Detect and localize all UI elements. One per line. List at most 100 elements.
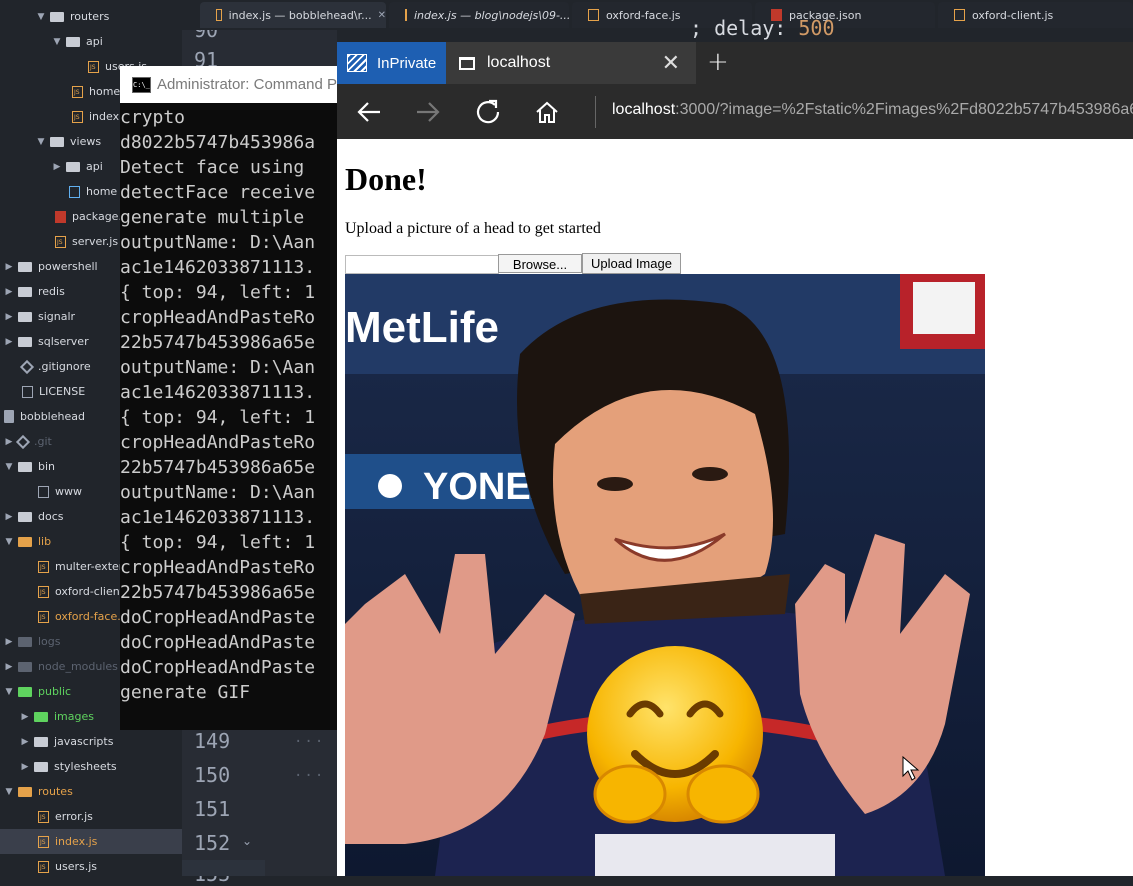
tree-file-index[interactable]: index	[72, 104, 119, 129]
code-line: ; delay: 500	[690, 16, 835, 40]
tree-folder-stylesheets[interactable]: ▶ stylesheets	[20, 754, 117, 779]
tree-file-index-js[interactable]: index.js	[0, 829, 182, 854]
tree-file-users-js[interactable]: users.js	[38, 854, 97, 876]
tree-label: sqlserver	[38, 335, 89, 348]
tab-oxford-client[interactable]: oxford-client.js	[938, 2, 1133, 28]
tree-folder-routers[interactable]: ▼ routers	[36, 4, 110, 29]
cmd-title-bar[interactable]: C:\_ Administrator: Command P	[120, 66, 337, 103]
file-path-field[interactable]	[345, 255, 499, 274]
fold-chevron-icon[interactable]: ⌄	[242, 834, 252, 848]
folder-icon	[34, 736, 48, 747]
tab-index-js-bobblehead[interactable]: index.js — bobblehead\r... ✕	[200, 2, 386, 28]
tree-file-error-js[interactable]: error.js	[38, 804, 93, 829]
tree-file-gitignore[interactable]: .gitignore	[19, 354, 91, 379]
tree-label: www	[55, 485, 82, 498]
tree-folder-views[interactable]: ▼ views	[36, 129, 102, 154]
browser-nav-bar: localhost:3000/?image=%2Fstatic%2Fimages…	[337, 84, 1133, 139]
tree-label: server.js	[72, 235, 119, 248]
tree-file-server-js[interactable]: server.js	[55, 229, 118, 254]
upload-image-button[interactable]: Upload Image	[582, 253, 681, 274]
tree-label: signalr	[38, 310, 76, 323]
tree-folder-javascripts[interactable]: ▶ javascripts	[20, 729, 114, 754]
npm-package-icon	[55, 210, 66, 223]
tree-folder-redis[interactable]: ▶ redis	[4, 279, 65, 304]
tree-label: docs	[38, 510, 64, 523]
tab-index-js-blog[interactable]: index.js — blog\nodejs\09-...	[389, 2, 570, 28]
back-arrow-icon[interactable]	[349, 94, 389, 130]
command-prompt-window[interactable]: C:\_ Administrator: Command P crypto d802…	[120, 66, 337, 730]
tree-folder-signalr[interactable]: ▶ signalr	[4, 304, 76, 329]
tree-label: home	[89, 85, 121, 98]
cmd-output-line: cropHeadAndPasteRo	[120, 557, 316, 578]
tree-file-license[interactable]: LICENSE	[22, 379, 85, 404]
forward-arrow-icon[interactable]	[408, 94, 448, 130]
folder-icon	[34, 711, 48, 722]
tree-label: node_modules	[38, 660, 118, 673]
tree-file-www[interactable]: www	[38, 479, 82, 504]
js-file-icon	[38, 585, 49, 598]
tree-label: multer-exten	[55, 560, 126, 573]
tree-file-oxford-face[interactable]: oxford-face.js	[38, 604, 130, 629]
tree-folder-bin[interactable]: ▼ bin	[4, 454, 55, 479]
new-tab-plus-icon[interactable]: +	[707, 47, 729, 77]
folder-icon	[18, 686, 32, 697]
intro-text: Upload a picture of a head to get starte…	[345, 220, 601, 237]
tree-file-multer-extension[interactable]: multer-exten	[38, 554, 126, 579]
tree-file-oxford-client[interactable]: oxford-client	[38, 579, 124, 604]
inprivate-indicator[interactable]: InPrivate	[337, 42, 446, 84]
js-file-icon	[38, 810, 49, 823]
tree-folder-lib[interactable]: ▼ lib	[4, 529, 52, 554]
close-icon[interactable]: ✕	[378, 10, 386, 21]
tree-label: bobblehead	[20, 410, 85, 423]
refresh-icon[interactable]	[468, 94, 508, 130]
chevron-right-icon: ▶	[21, 736, 29, 747]
folder-icon	[18, 536, 32, 547]
tree-root-bobblehead[interactable]: bobblehead	[4, 404, 85, 429]
tree-folder-images[interactable]: ▶ images	[20, 704, 94, 729]
tree-folder-powershell[interactable]: ▶ powershell	[4, 254, 98, 279]
folder-icon	[18, 286, 32, 297]
close-icon[interactable]: ✕	[662, 50, 680, 76]
line-number: 151	[194, 797, 231, 821]
tree-file-package-json[interactable]: package.j	[55, 204, 125, 229]
indent-guide-icon: ···	[294, 734, 326, 750]
cmd-output-line: cropHeadAndPasteRo	[120, 432, 316, 453]
tree-label: api	[86, 160, 103, 173]
result-photo: MetLife YONEX	[345, 274, 985, 876]
tree-folder-sqlserver[interactable]: ▶ sqlserver	[4, 329, 89, 354]
home-icon[interactable]	[527, 94, 567, 130]
folder-icon	[66, 161, 80, 172]
cmd-output-line: ac1e146203387111З.	[120, 507, 316, 528]
cmd-output-line: generate GIF	[120, 682, 251, 703]
tree-folder-logs[interactable]: ▶ logs	[4, 629, 61, 654]
repo-icon	[4, 410, 14, 423]
cmd-output-line: { top: 94, left: 1	[120, 407, 316, 428]
folder-icon	[50, 136, 64, 147]
cmd-output: crypto d8022b5747b453986a Detect face usin…	[120, 105, 315, 705]
tree-file-home[interactable]: home	[69, 179, 117, 204]
chevron-down-icon: ▼	[53, 36, 61, 47]
chevron-down-icon: ▼	[5, 536, 13, 547]
tree-folder-docs[interactable]: ▶ docs	[4, 504, 64, 529]
tree-folder-public[interactable]: ▼ public	[4, 679, 72, 704]
tree-folder-git[interactable]: ▶ .git	[4, 429, 52, 454]
chevron-right-icon: ▶	[5, 286, 13, 297]
tree-folder-api[interactable]: ▼ api	[52, 29, 103, 54]
tree-folder-node-modules[interactable]: ▶ node_modules	[4, 654, 118, 679]
tree-folder-api[interactable]: ▶ api	[52, 154, 103, 179]
tree-folder-routes[interactable]: ▼ routes	[4, 779, 73, 804]
git-icon	[19, 359, 35, 374]
js-file-icon	[405, 9, 407, 21]
browse-button[interactable]: Browse...	[498, 254, 582, 273]
address-bar[interactable]: localhost:3000/?image=%2Fstatic%2Fimages…	[612, 101, 1133, 119]
cmd-output-line: generate multiple	[120, 207, 305, 228]
browser-tab-title: localhost	[487, 54, 551, 71]
chevron-right-icon: ▶	[53, 161, 61, 172]
tree-file-home[interactable]: home	[72, 79, 120, 104]
inprivate-label: InPrivate	[377, 54, 437, 72]
chevron-right-icon: ▶	[5, 336, 13, 347]
tree-label: routes	[38, 785, 73, 798]
tree-label: logs	[38, 635, 61, 648]
divider	[595, 96, 596, 128]
browser-tab-localhost[interactable]: localhost ✕	[446, 42, 696, 84]
